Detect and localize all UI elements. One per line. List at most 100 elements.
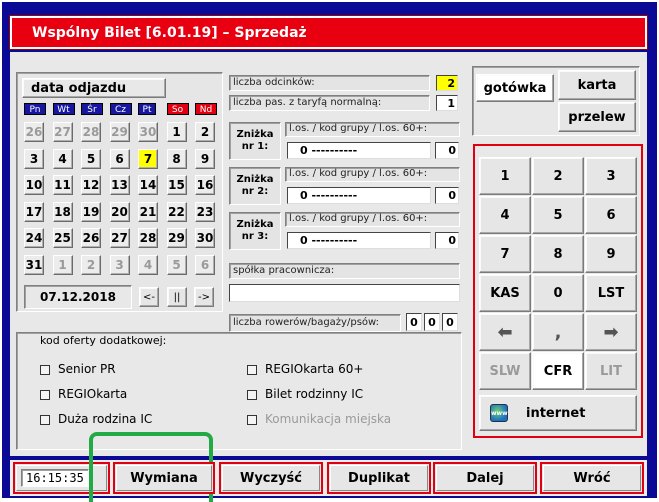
keypad-key[interactable]: SLW (479, 352, 531, 390)
transfer-button[interactable]: przelew (558, 102, 636, 132)
bikes-input[interactable]: 0 (406, 313, 422, 331)
calendar-day[interactable]: 5 (166, 254, 187, 275)
normal-pass-label: liczba pas. z taryfą normalną: (233, 97, 382, 108)
wyczy-button[interactable]: Wyczyść (219, 462, 323, 494)
keypad-key[interactable]: 3 (585, 157, 637, 195)
bikes-label: liczba rowerów/bagaży/psów: (233, 317, 380, 328)
keypad-key[interactable]: 6 (585, 196, 637, 234)
calendar-day[interactable]: 5 (81, 148, 101, 169)
calendar-day[interactable]: 2 (81, 254, 101, 275)
calendar-day[interactable]: 9 (195, 148, 215, 169)
calendar-day[interactable]: 6 (195, 254, 215, 275)
discount-2-senior-input[interactable]: 0 (435, 187, 459, 204)
keypad-key[interactable]: 1 (479, 157, 531, 195)
card-button[interactable]: karta (558, 70, 636, 100)
keypad-key[interactable]: LIT (585, 352, 637, 390)
offer-label: Bilet rodzinny IC (265, 387, 364, 401)
keypad-key[interactable]: ⬅ (479, 313, 531, 351)
calendar-day[interactable]: 3 (24, 148, 44, 169)
offer-checkbox[interactable] (247, 390, 257, 400)
keypad-key[interactable]: 9 (585, 235, 637, 273)
calendar-day[interactable]: 2 (195, 122, 215, 142)
keypad-key[interactable]: 4 (479, 196, 531, 234)
calendar-day[interactable]: 14 (138, 175, 158, 195)
calendar-day[interactable]: 27 (109, 228, 130, 248)
calendar-day[interactable]: 15 (166, 175, 187, 195)
calendar-day[interactable]: 28 (138, 228, 158, 248)
calendar-day[interactable]: 3 (109, 254, 130, 275)
keypad-key[interactable]: CFR (532, 352, 584, 390)
calendar-day[interactable]: 13 (109, 175, 130, 195)
keypad-key[interactable]: KAS (479, 274, 531, 312)
keypad-key[interactable]: ➡ (585, 313, 637, 351)
calendar-day[interactable]: 24 (24, 228, 44, 248)
calendar-day[interactable]: 1 (166, 122, 187, 142)
keypad-key[interactable]: , (532, 313, 584, 351)
weekday-wt: Wt (52, 103, 75, 115)
discount-1-group-input[interactable]: 0 ---------- (287, 142, 431, 159)
keypad-key[interactable]: 7 (479, 235, 531, 273)
segments-label: liczba odcinków: (233, 77, 315, 88)
calendar-day[interactable]: 23 (195, 201, 215, 222)
keypad-key[interactable]: 8 (532, 235, 584, 273)
dogs-input[interactable]: 0 (442, 313, 458, 331)
offer-checkbox[interactable] (40, 390, 50, 400)
internet-label: internet (526, 405, 586, 421)
wymiana-button[interactable]: Wymiana (113, 462, 215, 494)
calendar-day[interactable]: 8 (166, 148, 187, 169)
calendar-day[interactable]: 6 (109, 148, 130, 169)
discount-2-group-input[interactable]: 0 ---------- (287, 187, 431, 204)
calendar-day[interactable]: 21 (138, 201, 158, 222)
calendar-day[interactable]: 19 (81, 201, 101, 222)
calendar-day[interactable]: 27 (52, 122, 73, 142)
offer-checkbox[interactable] (40, 415, 50, 425)
calendar-day[interactable]: 4 (138, 254, 158, 275)
calendar-day[interactable]: 22 (166, 201, 187, 222)
cash-button[interactable]: gotówka (476, 74, 554, 102)
keypad-key[interactable]: 2 (532, 157, 584, 195)
offer-checkbox[interactable] (247, 415, 257, 425)
calendar-day[interactable]: 29 (166, 228, 187, 248)
dalej-button[interactable]: Dalej (433, 462, 537, 494)
discount-1-senior-input[interactable]: 0 (435, 142, 459, 159)
calendar-day[interactable]: 18 (52, 201, 73, 222)
calendar-day[interactable]: 31 (24, 254, 44, 275)
calendar-day[interactable]: 25 (52, 228, 73, 248)
bikes-label-box: liczba rowerów/bagaży/psów: (229, 314, 401, 332)
calendar-day[interactable]: 16 (195, 175, 215, 195)
normal-pass-input[interactable]: 1 (436, 95, 458, 111)
calendar-day[interactable]: 30 (138, 122, 158, 142)
calendar-day[interactable]: 4 (52, 148, 73, 169)
offer-checkbox[interactable] (40, 365, 50, 375)
calendar-day[interactable]: 10 (24, 175, 44, 195)
calendar-day[interactable]: 11 (52, 175, 73, 195)
calendar-day[interactable]: 1 (52, 254, 73, 275)
luggage-input[interactable]: 0 (424, 313, 440, 331)
calendar-day[interactable]: 7 (138, 148, 158, 169)
calendar-day[interactable]: 26 (81, 228, 101, 248)
calendar-pause-button[interactable]: || (167, 287, 187, 307)
calendar-day[interactable]: 29 (109, 122, 130, 142)
discount-3-group-input[interactable]: 0 ---------- (287, 232, 431, 249)
calendar-day[interactable]: 28 (81, 122, 101, 142)
calendar-day[interactable]: 12 (81, 175, 101, 195)
offer-checkbox[interactable] (247, 365, 257, 375)
wr-button[interactable]: Wróć (540, 462, 644, 494)
calendar-day[interactable]: 26 (24, 122, 44, 142)
keypad-key[interactable]: 5 (532, 196, 584, 234)
segments-input[interactable]: 2 (436, 75, 458, 91)
selected-date: 07.12.2018 (24, 285, 132, 309)
internet-button[interactable]: www internet (479, 395, 637, 431)
calendar-day[interactable]: 17 (24, 201, 44, 222)
calendar-next-button[interactable]: -> (194, 287, 214, 307)
duplikat-button[interactable]: Duplikat (327, 462, 431, 494)
calendar-day[interactable]: 20 (109, 201, 130, 222)
company-input[interactable] (229, 284, 460, 302)
weekday-cz: Cz (109, 103, 132, 115)
calendar-prev-button[interactable]: <- (139, 287, 159, 307)
calendar-day[interactable]: 30 (195, 228, 215, 248)
keypad-key[interactable]: LST (585, 274, 637, 312)
offer-label: REGIOkarta 60+ (265, 362, 364, 376)
discount-3-senior-input[interactable]: 0 (435, 232, 459, 249)
keypad-key[interactable]: 0 (532, 274, 584, 312)
